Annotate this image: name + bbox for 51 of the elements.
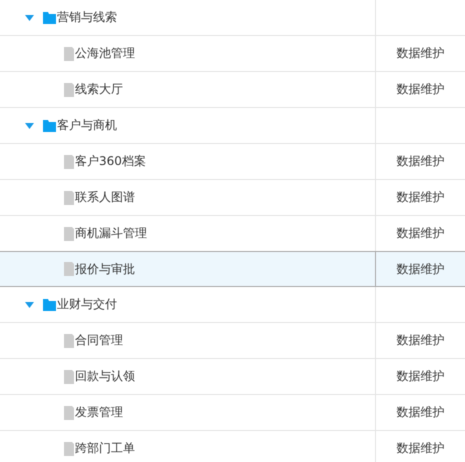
tree-row[interactable]: 客户与商机 — [0, 108, 465, 144]
tree-row[interactable]: 联系人图谱 数据维护 — [0, 180, 465, 216]
file-icon — [64, 370, 74, 384]
data-maintenance-link[interactable]: 数据维护 — [396, 189, 444, 206]
group-label: 客户与商机 — [57, 117, 117, 134]
tree-row[interactable]: 回款与认领 数据维护 — [0, 359, 465, 395]
tree-row[interactable]: 报价与审批 数据维护 — [0, 251, 465, 287]
data-maintenance-link[interactable]: 数据维护 — [396, 440, 444, 457]
file-icon — [64, 82, 74, 96]
item-label: 线索大厅 — [75, 81, 123, 98]
item-label: 合同管理 — [75, 332, 123, 349]
tree-row[interactable]: 客户360档案 数据维护 — [0, 144, 465, 180]
item-label: 回款与认领 — [75, 368, 135, 385]
item-label: 发票管理 — [75, 404, 123, 421]
item-label: 公海池管理 — [75, 45, 135, 62]
data-maintenance-link[interactable]: 数据维护 — [396, 368, 444, 385]
tree-row[interactable]: 营销与线索 — [0, 0, 465, 36]
tree-row[interactable]: 公海池管理 数据维护 — [0, 36, 465, 72]
item-label: 报价与审批 — [75, 260, 135, 278]
file-icon — [64, 262, 74, 276]
file-icon — [64, 334, 74, 348]
file-icon — [64, 46, 74, 60]
data-maintenance-link[interactable]: 数据维护 — [396, 45, 444, 62]
collapse-arrow-icon[interactable] — [25, 122, 34, 128]
tree-row[interactable]: 跨部门工单 数据维护 — [0, 431, 465, 462]
file-icon — [64, 226, 74, 240]
file-icon — [64, 190, 74, 204]
folder-icon — [43, 298, 56, 310]
tree-row[interactable]: 发票管理 数据维护 — [0, 395, 465, 431]
group-label: 营销与线索 — [57, 9, 117, 26]
data-maintenance-link[interactable]: 数据维护 — [396, 225, 444, 242]
collapse-arrow-icon[interactable] — [25, 14, 34, 20]
tree-row[interactable]: 业财与交付 — [0, 287, 465, 323]
data-maintenance-link[interactable]: 数据维护 — [396, 332, 444, 349]
tree-row[interactable]: 线索大厅 数据维护 — [0, 72, 465, 108]
item-label: 联系人图谱 — [75, 189, 135, 206]
data-maintenance-link[interactable]: 数据维护 — [396, 404, 444, 421]
data-maintenance-link[interactable]: 数据维护 — [396, 81, 444, 98]
folder-icon — [43, 12, 56, 24]
group-label: 业财与交付 — [57, 296, 117, 313]
item-label: 商机漏斗管理 — [75, 225, 147, 242]
item-label: 跨部门工单 — [75, 440, 135, 457]
tree-row[interactable]: 合同管理 数据维护 — [0, 323, 465, 359]
data-maintenance-link[interactable]: 数据维护 — [396, 260, 444, 278]
item-label: 客户360档案 — [75, 153, 146, 170]
file-icon — [64, 442, 74, 456]
folder-icon — [43, 120, 56, 132]
collapse-arrow-icon[interactable] — [25, 302, 34, 308]
file-icon — [64, 154, 74, 168]
file-icon — [64, 406, 74, 420]
data-maintenance-link[interactable]: 数据维护 — [396, 153, 444, 170]
